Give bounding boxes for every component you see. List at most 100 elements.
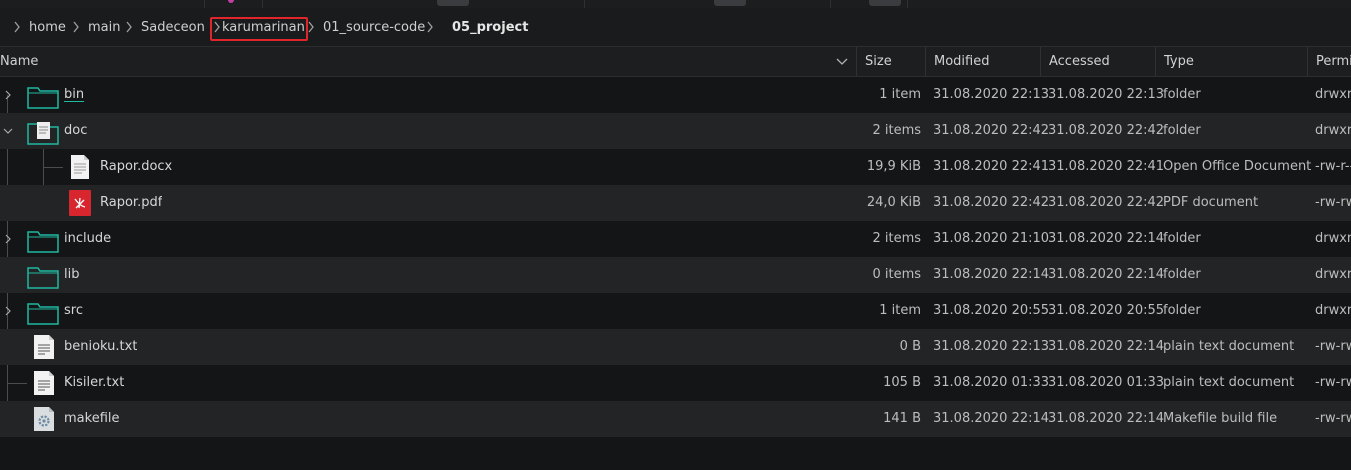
active-tab-indicator: [228, 0, 234, 3]
file-type: folder: [1163, 123, 1201, 138]
file-row-benioku-txt[interactable]: benioku.txt 0 B 31.08.2020 22:13 31.08.2…: [0, 329, 1351, 365]
file-accessed: 31.08.2020 22:14: [1048, 411, 1165, 426]
file-row-rapor-docx[interactable]: Rapor.docx 19,9 KiB 31.08.2020 22:41 31.…: [0, 149, 1351, 185]
file-type: folder: [1163, 267, 1201, 282]
file-permissions: drwxr: [1315, 123, 1351, 138]
toolbar-button[interactable]: [869, 0, 901, 6]
file-modified: 31.08.2020 22:14: [933, 411, 1050, 426]
chevron-right-icon: [426, 21, 436, 35]
file-row-include[interactable]: include 2 items 31.08.2020 21:10 31.08.2…: [0, 221, 1351, 257]
file-name[interactable]: Rapor.docx: [100, 149, 172, 185]
file-accessed: 31.08.2020 22:14: [1048, 339, 1165, 354]
file-type: folder: [1163, 303, 1201, 318]
file-size: 105 B: [883, 375, 921, 390]
file-accessed: 31.08.2020 22:42: [1048, 195, 1165, 210]
file-row-src[interactable]: src 1 item 31.08.2020 20:55 31.08.2020 2…: [0, 293, 1351, 329]
column-header-type[interactable]: Type: [1155, 47, 1308, 76]
folder-icon: [27, 229, 59, 257]
file-row-bin[interactable]: bin 1 item 31.08.2020 22:13 31.08.2020 2…: [0, 77, 1351, 113]
makefile-icon: [33, 406, 55, 436]
breadcrumb-item-current[interactable]: 05_project: [452, 20, 528, 35]
column-header-permissions[interactable]: Permi: [1307, 47, 1351, 76]
chevron-down-icon[interactable]: [3, 125, 13, 137]
sort-descending-icon[interactable]: [836, 56, 848, 71]
file-size: 141 B: [883, 411, 921, 426]
file-type: plain text document: [1163, 339, 1295, 354]
file-name[interactable]: src: [64, 293, 83, 329]
file-permissions: drwxr: [1315, 231, 1351, 246]
file-accessed: 31.08.2020 20:55: [1048, 303, 1165, 318]
file-permissions: -rw-r--: [1315, 159, 1351, 174]
file-modified: 31.08.2020 22:41: [933, 159, 1050, 174]
breadcrumb-item-karumarinan[interactable]: karumarinan: [222, 20, 305, 35]
file-permissions: -rw-rw: [1315, 195, 1351, 210]
folder-doc-icon: [27, 121, 59, 149]
file-name[interactable]: doc: [64, 113, 87, 149]
file-permissions: -rw-rw: [1315, 375, 1351, 390]
file-accessed: 31.08.2020 22:13: [1048, 87, 1165, 102]
column-header-size[interactable]: Size: [856, 47, 926, 76]
folder-icon: [27, 301, 59, 329]
chevron-right-icon[interactable]: [3, 233, 13, 245]
column-header-modified[interactable]: Modified: [925, 47, 1041, 76]
file-type: folder: [1163, 231, 1201, 246]
file-permissions: drwxr: [1315, 267, 1351, 282]
chevron-right-icon[interactable]: [3, 89, 13, 101]
chevron-right-icon[interactable]: [3, 305, 13, 317]
file-row-makefile[interactable]: makefile 141 B 31.08.2020 22:14 31.08.20…: [0, 401, 1351, 437]
top-toolbar-strip: [0, 0, 1351, 8]
text-file-icon: [33, 370, 55, 400]
file-modified: 31.08.2020 22:13: [933, 339, 1050, 354]
file-name[interactable]: Kisiler.txt: [64, 365, 124, 401]
file-permissions: -rw-rw: [1315, 411, 1351, 426]
chevron-right-icon: [125, 21, 135, 35]
breadcrumb-item-source-code[interactable]: 01_source-code: [323, 20, 425, 35]
file-name[interactable]: Rapor.pdf: [100, 185, 162, 221]
file-accessed: 31.08.2020 22:41: [1048, 159, 1165, 174]
file-permissions: drwxr: [1315, 87, 1351, 102]
breadcrumb-item-sadeceon[interactable]: Sadeceon: [141, 20, 205, 35]
file-size: 2 items: [872, 123, 921, 138]
toolbar-button[interactable]: [437, 0, 469, 6]
file-size: 24,0 KiB: [866, 195, 921, 210]
document-icon: [70, 154, 90, 184]
file-size: 0 B: [899, 339, 921, 354]
breadcrumb: home main Sadeceon karumarinan 01_source…: [0, 8, 1351, 47]
folder-icon: [27, 85, 59, 113]
breadcrumb-item-home[interactable]: home: [29, 20, 66, 35]
file-size: 1 item: [879, 303, 921, 318]
file-row-kisiler-txt[interactable]: Kisiler.txt 105 B 31.08.2020 01:33 31.08…: [0, 365, 1351, 401]
file-modified: 31.08.2020 22:42: [933, 123, 1050, 138]
column-header-accessed[interactable]: Accessed: [1040, 47, 1156, 76]
file-modified: 31.08.2020 20:55: [933, 303, 1050, 318]
file-modified: 31.08.2020 21:10: [933, 231, 1050, 246]
pdf-icon: [69, 190, 91, 220]
file-modified: 31.08.2020 01:33: [933, 375, 1050, 390]
file-modified: 31.08.2020 22:42: [933, 195, 1050, 210]
file-type: Open Office Document: [1163, 159, 1312, 174]
toolbar-button[interactable]: [714, 0, 746, 6]
file-name[interactable]: include: [64, 221, 111, 257]
file-type: Makefile build file: [1163, 411, 1278, 426]
file-name[interactable]: lib: [64, 257, 79, 293]
file-permissions: drwxr: [1315, 303, 1351, 318]
file-accessed: 31.08.2020 01:33: [1048, 375, 1165, 390]
file-size: 19,9 KiB: [866, 159, 921, 174]
breadcrumb-item-main[interactable]: main: [88, 20, 120, 35]
column-header-name[interactable]: Name: [0, 47, 857, 76]
file-row-doc[interactable]: doc 2 items 31.08.2020 22:42 31.08.2020 …: [0, 113, 1351, 149]
file-modified: 31.08.2020 22:13: [933, 87, 1050, 102]
file-type: folder: [1163, 87, 1201, 102]
file-name[interactable]: benioku.txt: [64, 329, 137, 365]
file-permissions: -rw-rw: [1315, 339, 1351, 354]
file-row-lib[interactable]: lib 0 items 31.08.2020 22:14 31.08.2020 …: [0, 257, 1351, 293]
file-size: 2 items: [872, 231, 921, 246]
file-accessed: 31.08.2020 22:14: [1048, 231, 1165, 246]
file-row-rapor-pdf[interactable]: Rapor.pdf 24,0 KiB 31.08.2020 22:42 31.0…: [0, 185, 1351, 221]
file-size: 0 items: [872, 267, 921, 282]
chevron-right-icon: [72, 21, 82, 35]
folder-icon: [27, 265, 59, 293]
file-type: plain text document: [1163, 375, 1295, 390]
file-name[interactable]: bin: [64, 77, 85, 102]
file-name[interactable]: makefile: [64, 401, 120, 437]
